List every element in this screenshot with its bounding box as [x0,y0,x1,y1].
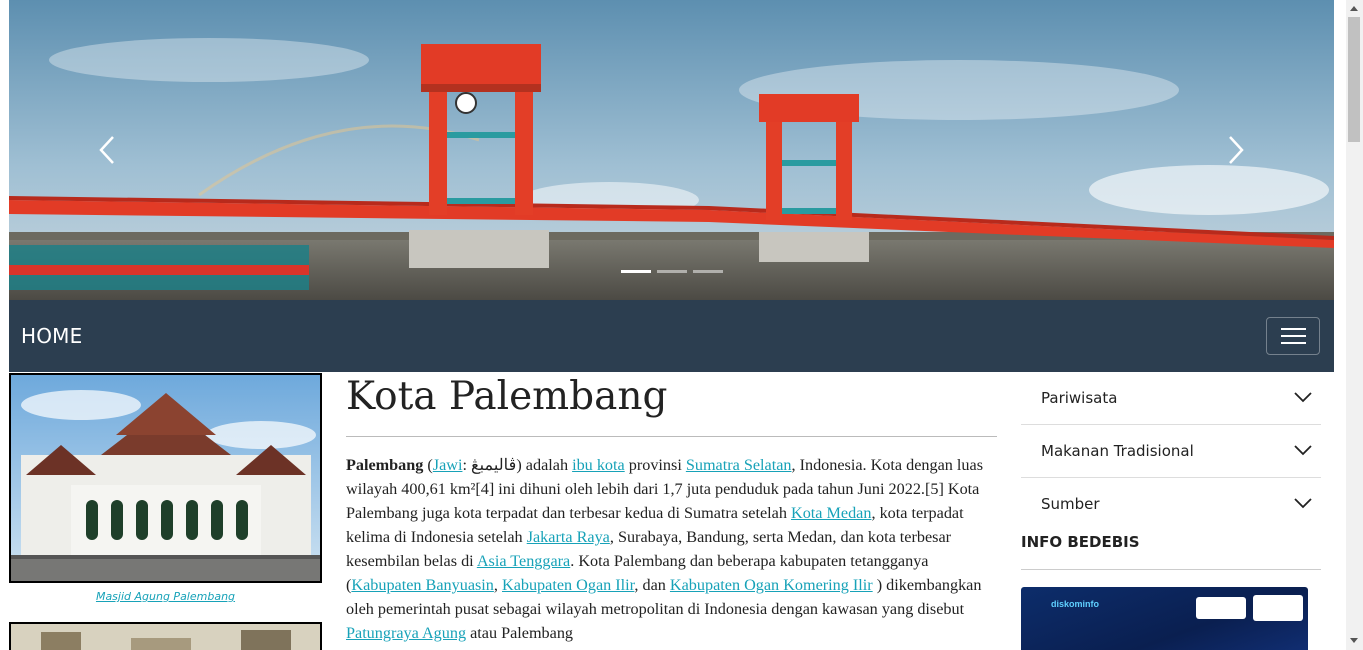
accordion-item-makanan[interactable]: Makanan Tradisional [1021,425,1321,478]
link-patungraya-agung[interactable]: Patungraya Agung [346,624,466,642]
photo-caption-link[interactable]: Masjid Agung Palembang [9,590,322,603]
page-title: Kota Palembang [346,374,668,419]
accordion-label: Makanan Tradisional [1041,442,1194,460]
ampera-bridge-image [9,0,1334,300]
text-span: , [493,576,502,594]
link-jawi[interactable]: Jawi [433,456,463,474]
text-span: , dan [634,576,670,594]
page: HOME Masjid Agung Palembang Kota Palemba… [9,0,1334,650]
page-scrollbar[interactable] [1346,0,1363,650]
chevron-left-icon[interactable] [91,133,125,167]
info-divider [1021,569,1321,570]
accordion-label: Pariwisata [1041,389,1118,407]
navbar: HOME [9,300,1334,372]
text-span: : ڤاليمبڠ) adalah [462,456,573,474]
text-span: atau Palembang [466,624,574,642]
info-section-title: INFO BEDEBIS [1021,533,1140,551]
banner-badge-berakhlak [1196,597,1246,619]
navbar-toggler-button[interactable] [1266,317,1320,355]
scroll-up-icon[interactable] [1350,6,1358,11]
link-kota-medan[interactable]: Kota Medan [791,504,871,522]
chevron-down-icon [1294,392,1312,403]
article-paragraph: Palembang (Jawi: ڤاليمبڠ) adalah ibu kot… [346,453,1006,645]
home-link[interactable]: HOME [21,324,82,348]
carousel-indicator-2[interactable] [657,270,687,273]
carousel-indicators [621,270,723,273]
info-banner-image[interactable]: diskominfo [1021,587,1308,650]
second-photo [9,622,322,650]
scrollbar-thumb[interactable] [1348,17,1360,142]
banner-logo-text: diskominfo [1051,599,1100,609]
chevron-down-icon [1294,498,1312,509]
carousel-indicator-1[interactable] [621,270,651,273]
link-kabupaten-ogan-ilir[interactable]: Kabupaten Ogan Ilir [502,576,634,594]
link-ibu-kota[interactable]: ibu kota [572,456,625,474]
text-span: provinsi [624,456,686,474]
accordion-item-sumber[interactable]: Sumber [1021,478,1321,530]
scroll-down-icon[interactable] [1350,638,1358,643]
masjid-agung-photo [9,373,322,583]
link-sumatra-selatan[interactable]: Sumatra Selatan [686,456,792,474]
sidebar: Pariwisata Makanan Tradisional Sumber IN… [1021,372,1321,650]
hero-carousel[interactable] [9,0,1334,300]
title-divider [346,436,997,437]
link-asia-tenggara[interactable]: Asia Tenggara [477,552,570,570]
chevron-down-icon [1294,445,1312,456]
chevron-right-icon[interactable] [1218,133,1252,167]
text-span: ( [423,456,433,474]
link-jakarta-raya[interactable]: Jakarta Raya [527,528,610,546]
accordion-label: Sumber [1041,495,1100,513]
banner-badge-bangga [1253,595,1303,621]
accordion-item-pariwisata[interactable]: Pariwisata [1021,372,1321,425]
link-kabupaten-oki[interactable]: Kabupaten Ogan Komering Ilir [670,576,873,594]
link-kabupaten-banyuasin[interactable]: Kabupaten Banyuasin [351,576,494,594]
bold-term: Palembang [346,456,424,474]
carousel-indicator-3[interactable] [693,270,723,273]
